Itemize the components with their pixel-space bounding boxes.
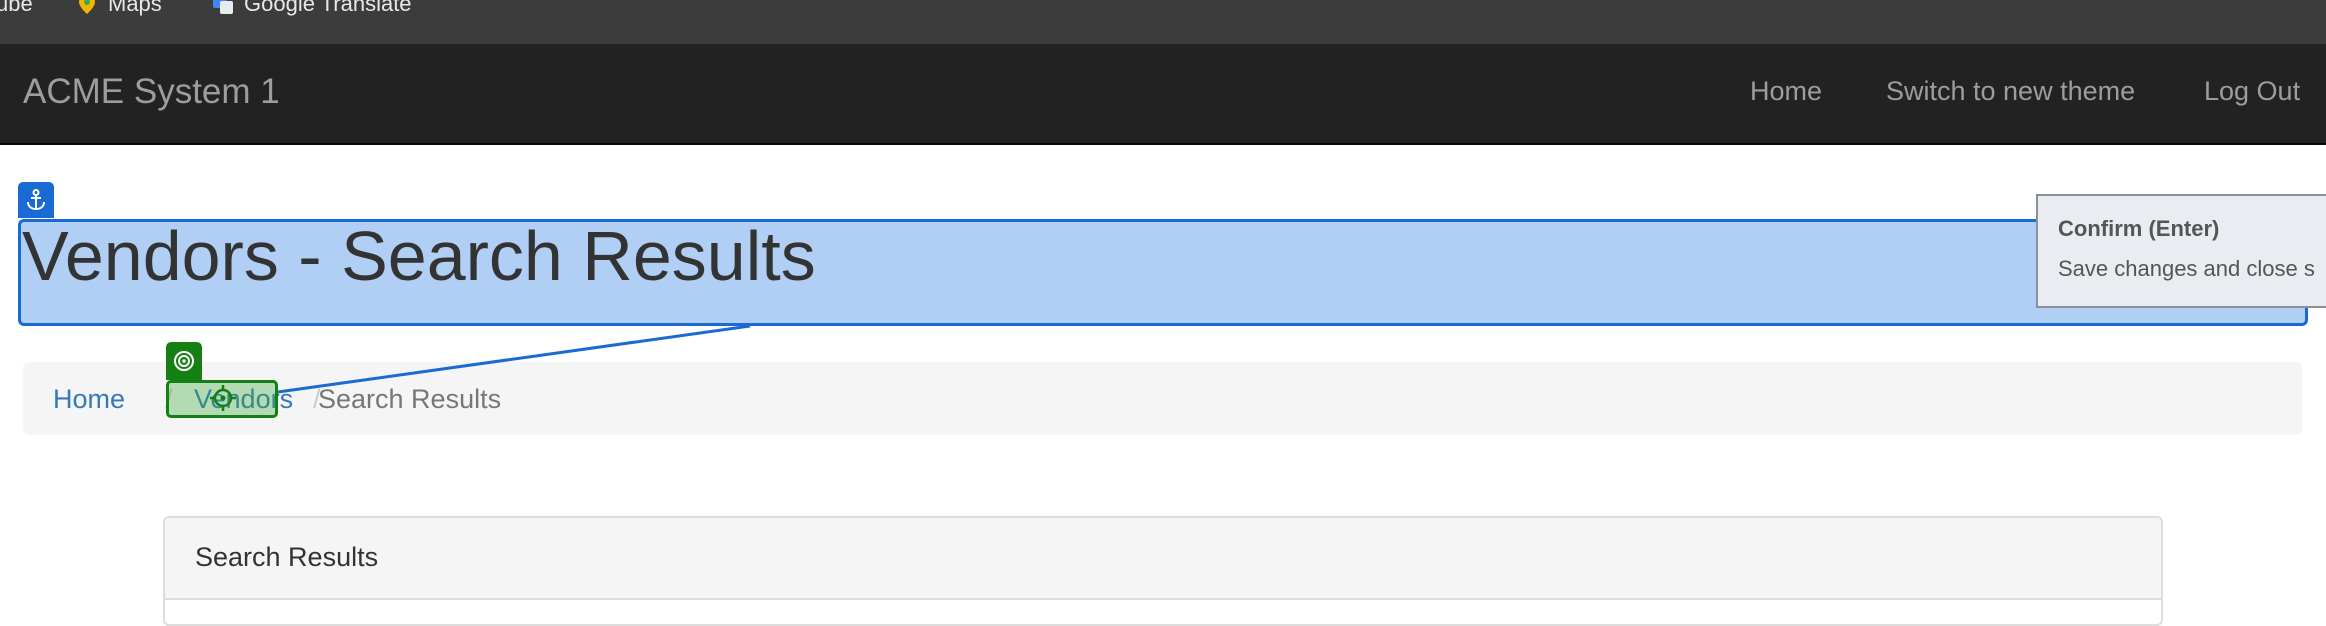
panel-heading: Search Results xyxy=(165,518,2161,600)
breadcrumb: Home / Vendors / Search Results xyxy=(23,362,2302,435)
nav-logout-link[interactable]: Log Out xyxy=(2204,76,2300,107)
bookmark-google-translate[interactable]: Google Translate xyxy=(212,0,412,16)
tooltip-description: Save changes and close s xyxy=(2058,256,2315,281)
bookmark-label: Google Translate xyxy=(244,0,412,16)
breadcrumb-home-link[interactable]: Home xyxy=(53,384,125,415)
search-results-panel: Search Results xyxy=(163,516,2163,626)
confirm-tooltip: Confirm (Enter) Save changes and close s xyxy=(2036,194,2326,308)
bookmark-label: ube xyxy=(0,0,33,16)
app-navbar: ACME System 1 Home Switch to new theme L… xyxy=(0,44,2326,145)
breadcrumb-current: Search Results xyxy=(318,384,502,414)
bookmark-maps[interactable]: Maps xyxy=(76,0,162,16)
nav-home-link[interactable]: Home xyxy=(1750,76,1822,107)
bookmark-label: Maps xyxy=(108,0,162,16)
bookmark-youtube[interactable]: ube xyxy=(0,0,33,16)
brand-title[interactable]: ACME System 1 xyxy=(23,72,280,112)
bookmarks-bar: ube Maps Google Translate xyxy=(0,0,2326,44)
crosshair-icon xyxy=(210,385,236,411)
tooltip-title: Confirm (Enter) xyxy=(2058,216,2220,241)
nav-switch-theme-link[interactable]: Switch to new theme xyxy=(1886,76,2135,107)
maps-pin-icon xyxy=(76,0,98,15)
anchor-icon xyxy=(18,182,54,218)
page-title: Vendors - Search Results xyxy=(22,217,816,295)
target-icon xyxy=(166,342,202,380)
google-translate-icon xyxy=(212,0,234,15)
